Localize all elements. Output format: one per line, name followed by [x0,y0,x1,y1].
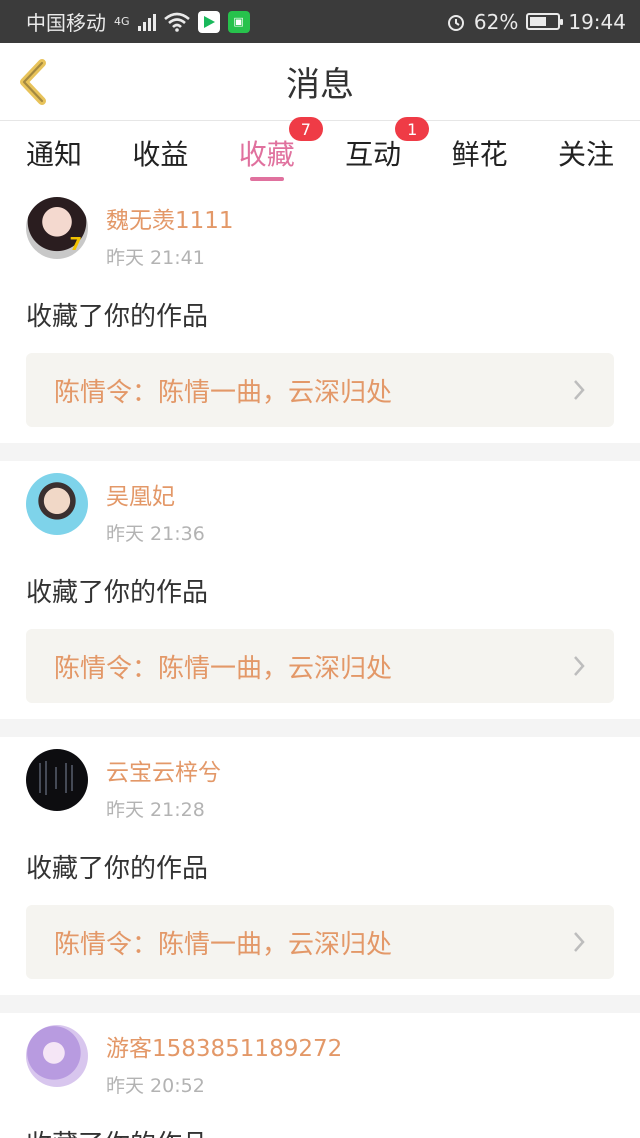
activity-text: 收藏了你的作品 [26,854,209,884]
avatar[interactable]: 7 [26,197,88,259]
signal-icon [137,13,156,31]
work-link-card[interactable]: 陈情令：陈情一曲，云深归处 [26,353,614,427]
iqiyi-app-icon: ▣ [227,10,250,33]
tab-label: 关注 [557,138,614,171]
unread-badge: 7 [288,117,323,141]
work-title: 陈情令：陈情一曲，云深归处 [54,377,393,408]
avatar[interactable] [26,473,88,535]
work-link-card[interactable]: 陈情令：陈情一曲，云深归处 [26,905,614,979]
activity-text: 收藏了你的作品 [26,302,209,332]
tab-favorites[interactable]: 收藏 7 [238,117,323,185]
carrier-label: 中国移动 [26,11,106,35]
status-bar: 中国移动 4G ▣ 62% 19:44 [0,0,640,43]
chevron-right-icon [574,380,585,400]
page-title: 消息 [286,65,354,105]
work-title: 陈情令：陈情一曲，云深归处 [54,653,393,684]
clock: 19:44 [568,9,626,34]
work-title: 陈情令：陈情一曲，云深归处 [54,929,393,960]
battery-icon [526,13,564,30]
timestamp: 昨天 20:52 [106,1075,205,1097]
tab-notifications[interactable]: 通知 [26,121,82,185]
battery-percent: 62% [473,9,519,34]
alarm-icon [447,14,464,31]
tab-label: 通知 [26,138,83,171]
wifi-icon [163,12,190,32]
avatar[interactable] [26,1025,88,1087]
chevron-right-icon [574,656,585,676]
message-tabs: 通知 收益 收藏 7 互动 1 鲜花 关注 [0,117,640,185]
activity-text: 收藏了你的作品 [26,578,209,608]
video-app-icon [197,10,220,33]
timestamp: 昨天 21:36 [106,523,205,545]
tab-follows[interactable]: 关注 [558,121,614,185]
work-link-card[interactable]: 陈情令：陈情一曲，云深归处 [26,629,614,703]
timestamp: 昨天 21:41 [106,247,205,269]
timestamp: 昨天 21:28 [106,799,205,821]
app-header: 消息 [0,43,640,121]
tab-interactions[interactable]: 互动 1 [345,117,430,185]
tab-label: 收益 [132,138,189,171]
tab-label: 鲜花 [451,138,508,171]
list-item: 游客1583851189272 昨天 20:52 收藏了你的作品 [0,1013,640,1138]
tab-flowers[interactable]: 鲜花 [452,121,508,185]
activity-text: 收藏了你的作品 [26,1124,614,1138]
chevron-right-icon [574,932,585,952]
tab-earnings[interactable]: 收益 [132,121,188,185]
tab-label: 互动 [345,138,402,171]
active-tab-indicator [249,177,284,181]
back-arrow-icon[interactable] [14,59,54,105]
tab-label: 收藏 [238,138,295,171]
list-item: 吴凰妃 昨天 21:36 收藏了你的作品 陈情令：陈情一曲，云深归处 [0,461,640,719]
list-item: 7 魏无羡1111 昨天 21:41 收藏了你的作品 陈情令：陈情一曲，云深归处 [0,185,640,443]
list-item: 云宝云梓兮 昨天 21:28 收藏了你的作品 陈情令：陈情一曲，云深归处 [0,737,640,995]
username[interactable]: 魏无羡1111 [106,201,234,235]
favorites-feed[interactable]: 7 魏无羡1111 昨天 21:41 收藏了你的作品 陈情令：陈情一曲，云深归处… [0,185,640,1138]
unread-badge: 1 [395,117,430,141]
username[interactable]: 云宝云梓兮 [106,753,221,787]
username[interactable]: 吴凰妃 [106,477,205,511]
username[interactable]: 游客1583851189272 [106,1029,342,1063]
avatar[interactable] [26,749,88,811]
network-label: 4G [114,15,130,28]
